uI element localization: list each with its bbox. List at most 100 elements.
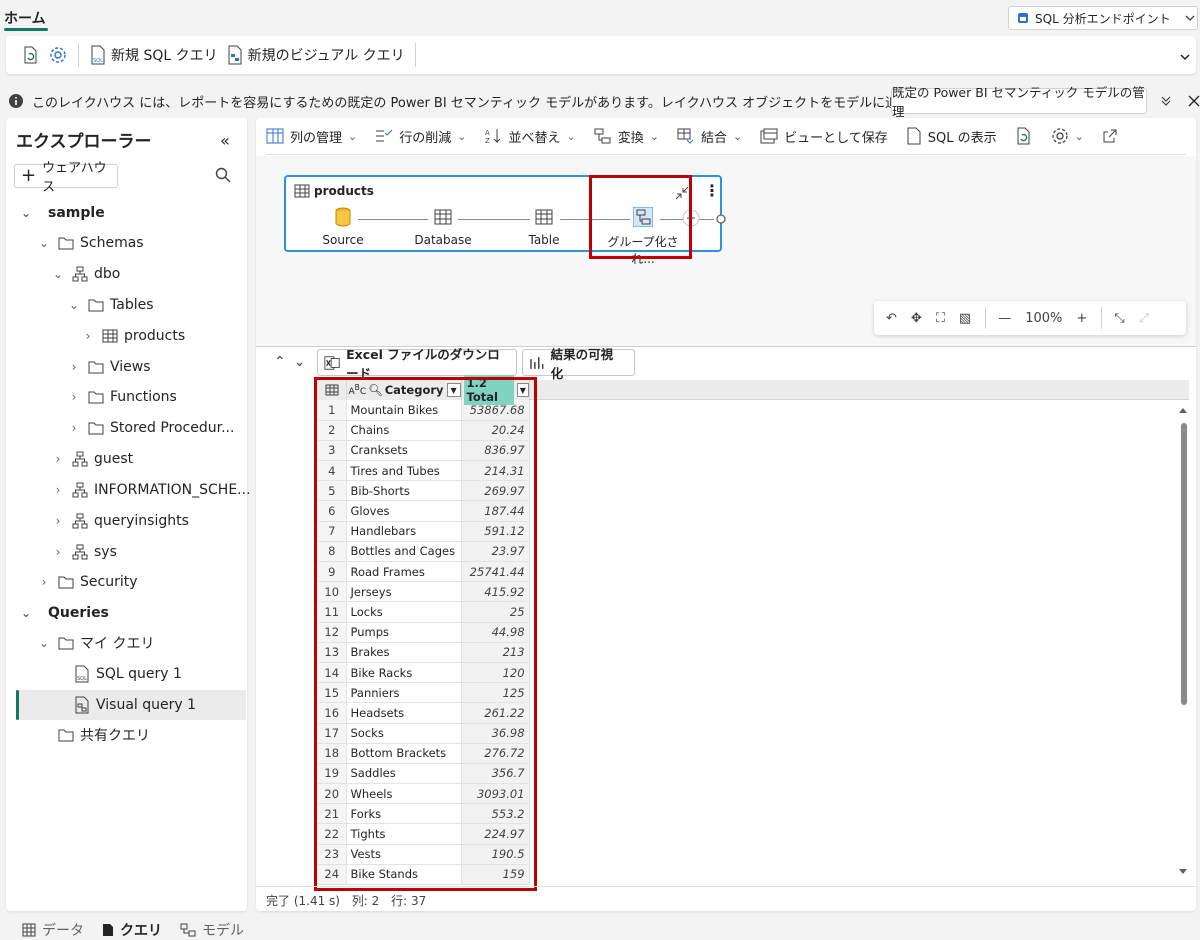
collapse-diagram-icon[interactable]: ⤡: [1114, 311, 1124, 326]
tree-item-information-schema[interactable]: › INFORMATION_SCHE...: [52, 475, 251, 505]
show-sql-button[interactable]: SQL の表示: [906, 127, 997, 146]
expand-diagram-icon[interactable]: ⤢: [1139, 311, 1149, 326]
zoom-out-icon[interactable]: —: [998, 311, 1011, 326]
annotation-highlight-step: [589, 175, 692, 259]
refresh-query-button[interactable]: [1015, 127, 1033, 145]
tab-model[interactable]: モデル: [180, 920, 244, 940]
reduce-rows-label: 行の削減: [399, 130, 452, 146]
transform-label: 変換: [617, 130, 644, 146]
scroll-up-icon[interactable]: [1178, 406, 1188, 414]
zoom-in-icon[interactable]: +: [1076, 311, 1087, 326]
tree-item-security[interactable]: › Security: [38, 567, 138, 597]
svg-text:SQL: SQL: [93, 58, 103, 64]
tab-data[interactable]: データ: [22, 920, 84, 940]
new-sql-query-button[interactable]: SQL 新規 SQL クエリ: [85, 40, 222, 70]
manage-semantic-model-button[interactable]: 既定の Power BI セマンティック モデルの管理: [891, 85, 1147, 119]
tab-query[interactable]: クエリ: [102, 920, 162, 940]
undo-icon[interactable]: ↶: [886, 311, 897, 326]
chevron-right-icon: ›: [71, 390, 77, 404]
minimap-icon[interactable]: ▧: [959, 311, 971, 326]
sort-label: 並べ替え: [508, 130, 561, 146]
tree-item-sample[interactable]: ⌄ sample: [20, 198, 105, 228]
collapse-pane-icon[interactable]: «: [220, 131, 230, 150]
schema-icon: [72, 266, 88, 282]
manage-columns-label: 列の管理: [290, 130, 343, 146]
query-settings-button[interactable]: ⌄: [1051, 127, 1084, 145]
tree-label: SQL query 1: [96, 666, 182, 682]
manage-columns-button[interactable]: 列の管理 ⌄: [266, 127, 357, 146]
sql-file-icon: SQL: [91, 45, 105, 65]
step-table[interactable]: Table: [499, 207, 589, 247]
chevron-right-icon: ›: [85, 329, 91, 343]
svg-text:A: A: [485, 129, 490, 137]
fit-to-screen-icon[interactable]: ⛶: [936, 311, 945, 326]
reduce-rows-icon: [376, 129, 393, 142]
ribbon-separator: [78, 43, 79, 67]
tab-query-label: クエリ: [120, 922, 162, 939]
tree-label: Views: [110, 359, 151, 375]
tree-item-sys[interactable]: › sys: [52, 537, 117, 567]
refresh-button[interactable]: [16, 40, 44, 70]
settings-button[interactable]: [44, 40, 72, 70]
tree-item-dbo[interactable]: ⌄ dbo: [52, 259, 120, 289]
tree-item-views[interactable]: › Views: [68, 352, 151, 382]
tree-item-visual-query-1[interactable]: Visual query 1: [54, 690, 196, 720]
chevron-down-icon: ⌄: [68, 298, 80, 312]
zoom-separator: [1101, 307, 1103, 329]
sort-button[interactable]: AZ 並べ替え ⌄: [484, 127, 576, 146]
table-icon: [535, 209, 553, 225]
ribbon-separator: [414, 43, 416, 67]
tree-item-my-queries[interactable]: ⌄ マイ クエリ: [38, 628, 154, 658]
step-label: Database: [414, 233, 472, 247]
search-icon[interactable]: [215, 167, 231, 183]
chevron-down-icon: ⌄: [38, 636, 50, 650]
tree-item-products[interactable]: › products: [82, 321, 186, 351]
combine-label: 結合: [700, 130, 727, 146]
chevron-down-icon[interactable]: [1178, 50, 1192, 64]
reduce-rows-button[interactable]: 行の削減 ⌄: [375, 127, 466, 146]
chevron-down-icon: ⌄: [348, 129, 358, 143]
tree-label: sample: [48, 205, 105, 221]
new-visual-query-button[interactable]: 新規のビジュアル クエリ: [222, 40, 409, 70]
more-options-icon[interactable]: ⋮: [704, 181, 720, 200]
pan-icon[interactable]: ✥: [911, 311, 922, 326]
combine-button[interactable]: 結合 ⌄: [677, 127, 742, 146]
chevron-down-icon: ⌄: [52, 267, 64, 281]
close-icon[interactable]: [1188, 95, 1200, 107]
folder-icon: [88, 391, 104, 404]
chevron-down-icon: ⌄: [566, 129, 576, 143]
add-warehouse-button[interactable]: + ウェアハウス: [14, 161, 118, 195]
selected-item-indicator: [16, 690, 19, 720]
download-excel-button[interactable]: Excel ファイルのダウンロード: [317, 347, 517, 381]
endpoint-select[interactable]: SQL 分析エンドポイント: [1008, 6, 1198, 30]
tab-home[interactable]: ホーム: [4, 8, 46, 28]
schema-icon: [72, 544, 88, 560]
endpoint-icon: [1018, 13, 1028, 23]
visualize-results-button[interactable]: 結果の可視化: [522, 347, 635, 381]
tree-item-schemas[interactable]: ⌄ Schemas: [38, 228, 144, 258]
save-as-view-button[interactable]: ビューとして保存: [760, 127, 888, 146]
transform-button[interactable]: 変換 ⌄: [594, 127, 659, 146]
results-toggle-icons[interactable]: ⌃⌄: [274, 354, 313, 370]
table-icon: [294, 184, 310, 198]
tree-item-stored-procedures[interactable]: › Stored Procedur...: [68, 413, 235, 443]
tree-item-queries[interactable]: ⌄ Queries: [20, 598, 109, 628]
scrollbar-thumb[interactable]: [1181, 423, 1187, 705]
tree-item-functions[interactable]: › Functions: [68, 382, 177, 412]
chevron-right-icon: ›: [55, 483, 61, 497]
tree-item-tables[interactable]: ⌄ Tables: [68, 290, 154, 320]
scroll-down-icon[interactable]: [1178, 868, 1188, 876]
double-chevron-down-icon[interactable]: [1160, 95, 1172, 107]
step-source[interactable]: Source: [298, 207, 388, 247]
columns-icon: [266, 128, 284, 144]
tree-item-queryinsights[interactable]: › queryinsights: [52, 506, 189, 536]
tree-label: マイ クエリ: [80, 636, 155, 652]
popout-button[interactable]: [1102, 128, 1118, 144]
tree-item-sql-query-1[interactable]: SQL SQL query 1: [54, 659, 182, 689]
tree-item-shared-queries[interactable]: 共有クエリ: [38, 720, 150, 750]
status-completed: 完了 (1.41 s): [266, 894, 340, 908]
transform-icon: [594, 128, 611, 144]
step-database[interactable]: Database: [398, 207, 488, 247]
tree-item-guest[interactable]: › guest: [52, 444, 134, 474]
add-warehouse-label: ウェアハウス: [42, 161, 107, 195]
